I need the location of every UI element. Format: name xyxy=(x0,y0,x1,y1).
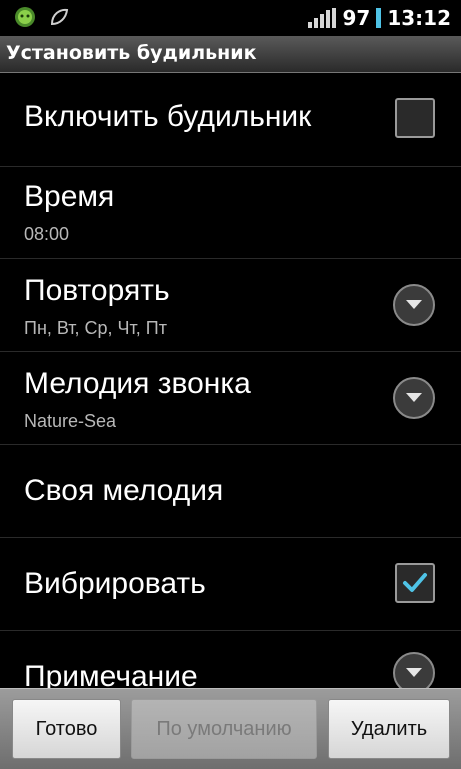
leaf-notification-icon xyxy=(48,6,70,28)
repeat-value: Пн, Вт, Ср, Чт, Пт xyxy=(24,318,167,338)
repeat-label: Повторять xyxy=(24,274,170,307)
signal-bars-icon xyxy=(308,8,337,28)
delete-button[interactable]: Удалить xyxy=(328,699,450,759)
ringtone-value: Nature-Sea xyxy=(24,411,117,431)
note-label: Примечание xyxy=(24,660,198,688)
clock: 13:12 xyxy=(387,6,451,30)
chevron-down-icon xyxy=(406,393,422,402)
time-value: 08:00 xyxy=(24,224,70,244)
bottom-action-bar: Готово По умолчанию Удалить xyxy=(0,688,461,769)
vibrate-checkbox[interactable] xyxy=(395,563,435,603)
android-robot-icon xyxy=(14,6,36,28)
checkmark-icon xyxy=(403,573,427,592)
default-button[interactable]: По умолчанию xyxy=(131,699,317,759)
note-dropdown-button[interactable] xyxy=(393,652,435,688)
setting-note[interactable]: Примечание xyxy=(0,630,461,688)
setting-custom-ringtone[interactable]: Своя мелодия xyxy=(0,444,461,538)
setting-vibrate[interactable]: Вибрировать xyxy=(0,537,461,631)
title-bar: Установить будильник xyxy=(0,36,461,73)
ringtone-label: Мелодия звонка xyxy=(24,367,251,400)
setting-ringtone[interactable]: Мелодия звонка Nature-Sea xyxy=(0,351,461,445)
repeat-dropdown-button[interactable] xyxy=(393,284,435,326)
custom-ringtone-label: Своя мелодия xyxy=(24,474,224,507)
status-bar: 97 13:12 xyxy=(0,0,461,36)
setting-time[interactable]: Время 08:00 xyxy=(0,166,461,259)
setting-enable-alarm[interactable]: Включить будильник xyxy=(0,72,461,167)
battery-bar-icon xyxy=(376,8,382,28)
time-label: Время xyxy=(24,180,115,213)
vibrate-label: Вибрировать xyxy=(24,567,206,600)
battery-level: 97 xyxy=(342,6,371,30)
chevron-down-icon xyxy=(406,668,422,677)
ringtone-dropdown-button[interactable] xyxy=(393,377,435,419)
enable-alarm-checkbox[interactable] xyxy=(395,98,435,138)
setting-repeat[interactable]: Повторять Пн, Вт, Ср, Чт, Пт xyxy=(0,258,461,352)
done-button[interactable]: Готово xyxy=(12,699,121,759)
enable-alarm-label: Включить будильник xyxy=(24,100,312,133)
chevron-down-icon xyxy=(406,300,422,309)
page-title: Установить будильник xyxy=(6,42,257,64)
